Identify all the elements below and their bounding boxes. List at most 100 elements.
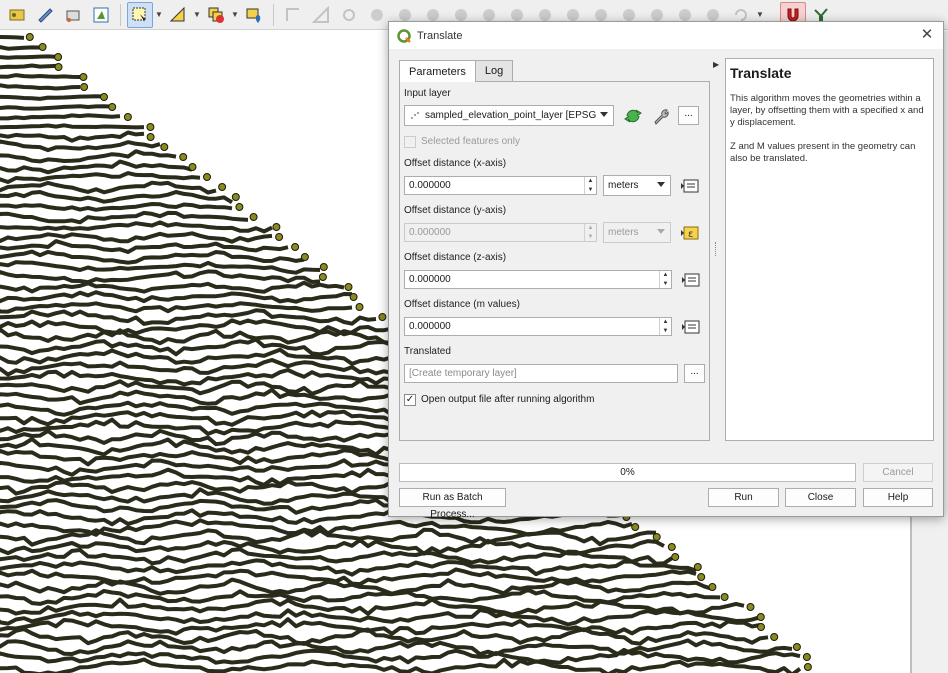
close-icon[interactable]: ✕ xyxy=(919,27,935,43)
profile-line xyxy=(0,123,145,130)
tab-parameters[interactable]: Parameters xyxy=(399,60,476,82)
cancel-button[interactable]: Cancel xyxy=(863,463,933,482)
offset-x-row: 0.000000 ▲ ▼ meters xyxy=(404,175,705,196)
translated-label: Translated xyxy=(404,346,451,357)
offset-y-unit-combo[interactable]: meters xyxy=(603,222,671,243)
profile-point xyxy=(770,633,779,641)
progress-bar: 0% xyxy=(399,463,856,482)
offset-m-input[interactable]: 0.000000 ▲ ▼ xyxy=(404,317,672,336)
profile-line xyxy=(0,202,233,212)
run-batch-button[interactable]: Run as Batch Process... xyxy=(399,488,506,520)
profile-point xyxy=(218,183,227,191)
profile-line xyxy=(0,239,289,254)
select-area-icon[interactable] xyxy=(127,1,153,28)
profile-point xyxy=(160,143,169,151)
spin-down-icon[interactable]: ▼ xyxy=(585,186,596,195)
profile-point xyxy=(25,33,34,41)
profile-point xyxy=(697,573,706,581)
profile-line xyxy=(0,290,353,304)
spin-up-icon[interactable]: ▲ xyxy=(660,271,671,280)
input-layer-combo[interactable]: sampled_elevation_point_layer [EPSG:3 xyxy=(404,105,614,126)
profile-line xyxy=(0,657,802,673)
offset-y-input[interactable]: 0.000000 ▲ ▼ xyxy=(404,223,597,242)
data-defined-active-icon[interactable]: ε xyxy=(679,223,701,243)
profile-line xyxy=(0,130,145,143)
data-defined-override-icon[interactable] xyxy=(679,176,701,196)
offset-x-unit: meters xyxy=(608,180,639,191)
selected-features-checkbox[interactable] xyxy=(404,135,416,148)
measure-icon[interactable] xyxy=(308,2,334,28)
offset-x-unit-combo[interactable]: meters xyxy=(603,175,671,196)
run-button[interactable]: Run xyxy=(708,488,779,507)
translated-output-input[interactable]: [Create temporary layer] xyxy=(404,364,679,383)
data-defined-override-icon[interactable] xyxy=(680,270,702,290)
spin-down-icon[interactable]: ▼ xyxy=(660,327,671,336)
selected-features-label: Selected features only xyxy=(421,136,520,147)
offset-m-row: 0.000000 ▲ ▼ xyxy=(404,316,705,337)
select-location-icon[interactable] xyxy=(241,2,267,28)
input-layer-browse-button[interactable]: ... xyxy=(678,106,699,125)
profile-line xyxy=(0,337,409,357)
tab-log[interactable]: Log xyxy=(474,60,514,81)
profile-line xyxy=(0,54,57,60)
iterate-icon[interactable] xyxy=(622,106,644,126)
input-layer-label: Input layer xyxy=(404,88,451,99)
offset-y-value: 0.000000 xyxy=(409,227,451,238)
profile-point xyxy=(792,643,801,651)
dialog-tabs: Parameters Log xyxy=(399,60,514,82)
help-button[interactable]: Help xyxy=(863,488,933,507)
spin-up-icon[interactable]: ▲ xyxy=(585,224,596,233)
profile-line xyxy=(0,83,81,91)
collapse-help-icon[interactable]: ▶ xyxy=(713,60,719,69)
data-defined-override-icon[interactable] xyxy=(680,317,702,337)
chevron-down-icon[interactable]: ▼ xyxy=(231,2,239,28)
profile-point xyxy=(652,533,661,541)
digitize-icon[interactable] xyxy=(32,2,58,28)
input-layer-row: sampled_elevation_point_layer [EPSG:3 ..… xyxy=(404,105,705,126)
open-output-label: Open output file after running algorithm xyxy=(421,394,595,405)
profile-point xyxy=(100,93,108,101)
close-button[interactable]: Close xyxy=(785,488,856,507)
chevron-down-icon[interactable]: ▼ xyxy=(193,2,201,28)
profile-point xyxy=(756,613,765,621)
open-output-checkbox[interactable]: ✓ xyxy=(404,393,416,406)
offset-x-label: Offset distance (x-axis) xyxy=(404,158,507,169)
profile-point xyxy=(720,593,729,601)
shape-digitize-icon[interactable] xyxy=(280,2,306,28)
profile-line xyxy=(0,63,57,70)
offset-m-label: Offset distance (m values) xyxy=(404,299,520,310)
spin-down-icon[interactable]: ▼ xyxy=(585,233,596,242)
offset-z-input[interactable]: 0.000000 ▲ ▼ xyxy=(404,270,672,289)
offset-m-value: 0.000000 xyxy=(409,321,451,332)
select-feature-icon[interactable] xyxy=(88,2,114,28)
panel-splitter[interactable] xyxy=(715,242,717,256)
profile-line xyxy=(0,220,273,234)
add-ring-icon[interactable] xyxy=(364,2,390,28)
chevron-down-icon[interactable]: ▼ xyxy=(155,2,163,28)
wrench-icon[interactable] xyxy=(650,106,672,126)
profile-line xyxy=(0,327,393,346)
node-tool-icon[interactable] xyxy=(60,2,86,28)
spin-down-icon[interactable]: ▼ xyxy=(660,280,671,289)
profile-line xyxy=(0,149,177,164)
profile-point xyxy=(803,663,812,671)
deselect-icon[interactable] xyxy=(203,2,229,28)
toolbar-separator xyxy=(120,3,121,26)
spin-up-icon[interactable]: ▲ xyxy=(660,318,671,327)
profile-point xyxy=(179,153,188,161)
profile-point xyxy=(318,273,327,281)
profile-line xyxy=(0,260,321,275)
select-polygon-icon[interactable] xyxy=(165,2,191,28)
open-output-row: ✓ Open output file after running algorit… xyxy=(404,391,705,408)
profile-line xyxy=(0,139,161,153)
offset-x-input[interactable]: 0.000000 ▲ ▼ xyxy=(404,176,597,195)
profile-point xyxy=(746,603,755,611)
profile-point xyxy=(671,553,680,561)
translated-browse-button[interactable]: ... xyxy=(684,364,705,383)
offset-y-label: Offset distance (y-axis) xyxy=(404,205,507,216)
spin-up-icon[interactable]: ▲ xyxy=(585,177,596,186)
node-move-icon[interactable] xyxy=(336,2,362,28)
profile-line xyxy=(0,627,769,646)
profile-line xyxy=(0,249,305,265)
layer-icon[interactable] xyxy=(4,2,30,28)
